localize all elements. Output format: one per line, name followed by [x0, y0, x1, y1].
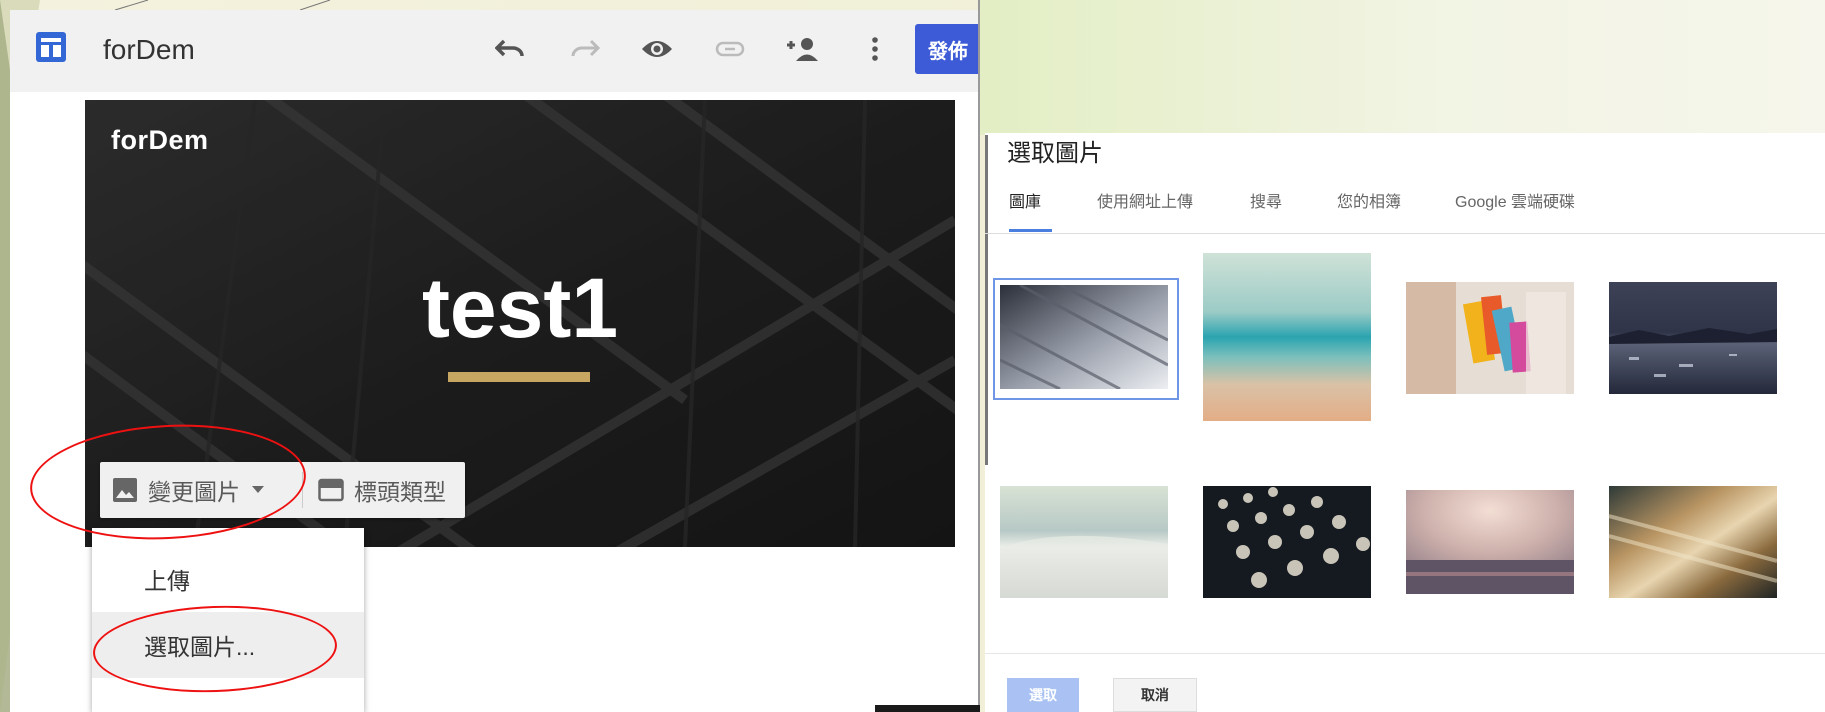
sites-logo-icon[interactable]	[36, 32, 66, 62]
gallery-image-snow-shore[interactable]	[1000, 486, 1168, 598]
change-image-button[interactable]: 變更圖片	[100, 462, 300, 518]
image-icon	[113, 478, 137, 502]
dialog-footer-divider	[985, 653, 1825, 654]
more-vert-icon[interactable]	[855, 32, 895, 66]
cancel-button[interactable]: 取消	[1113, 678, 1197, 712]
gallery-image-sticky-notes[interactable]	[1406, 282, 1574, 394]
slide-background-right	[980, 0, 1825, 135]
tab-search[interactable]: 搜尋	[1250, 188, 1282, 212]
scrollbar-remnant	[875, 705, 980, 712]
editor-top-bar: forDem 發佈	[10, 10, 978, 92]
add-person-icon[interactable]	[782, 32, 822, 66]
change-image-label: 變更圖片	[148, 479, 240, 505]
site-name[interactable]: forDem	[103, 34, 195, 66]
tab-gallery[interactable]: 圖庫	[1009, 188, 1041, 212]
header-type-button[interactable]: 標頭類型	[310, 462, 465, 518]
header-type-label: 標頭類型	[354, 479, 446, 505]
undo-icon[interactable]	[490, 32, 530, 66]
gallery-image-motion-blur[interactable]	[1609, 486, 1777, 598]
header-type-icon	[318, 478, 344, 502]
select-button[interactable]: 選取	[1007, 678, 1079, 712]
select-image-dialog: 選取圖片 圖庫 使用網址上傳 搜尋 您的相簿 Google 雲端硬碟 選取 取消	[985, 133, 1825, 712]
dialog-title: 選取圖片	[1007, 140, 1103, 167]
dropdown-arrow-icon	[252, 486, 264, 493]
tab-albums[interactable]: 您的相簿	[1337, 188, 1401, 212]
page-title[interactable]: test1	[85, 260, 955, 357]
gallery-image-ocean[interactable]	[1203, 253, 1371, 421]
gallery-image-glacier[interactable]	[1609, 282, 1777, 394]
header-site-title[interactable]: forDem	[111, 125, 209, 156]
tabs-divider	[985, 233, 1825, 234]
active-tab-indicator	[1009, 229, 1052, 232]
tab-upload-url[interactable]: 使用網址上傳	[1097, 188, 1193, 212]
title-accent-bar	[448, 372, 590, 382]
dialog-scrollbar[interactable]	[985, 135, 988, 465]
header-image-toolbar: 變更圖片 標頭類型	[100, 462, 465, 518]
redo-icon[interactable]	[565, 32, 605, 66]
eye-icon[interactable]	[637, 32, 677, 66]
gallery-image-sunset[interactable]	[1406, 490, 1574, 594]
gallery-image-architecture[interactable]	[1000, 285, 1168, 389]
link-icon[interactable]	[710, 32, 750, 66]
menu-item-select-image[interactable]: 選取圖片...	[92, 612, 364, 678]
change-image-menu: 上傳 選取圖片...	[92, 528, 364, 712]
page-header-banner[interactable]: forDem test1 變更圖片 標頭類型	[85, 100, 955, 547]
panel-divider	[978, 0, 980, 712]
toolbar-divider	[302, 472, 303, 508]
gallery-image-typewriter[interactable]	[1203, 486, 1371, 598]
tab-google-drive[interactable]: Google 雲端硬碟	[1455, 188, 1575, 212]
menu-item-upload[interactable]: 上傳	[92, 546, 364, 612]
publish-button[interactable]: 發佈	[915, 24, 978, 74]
